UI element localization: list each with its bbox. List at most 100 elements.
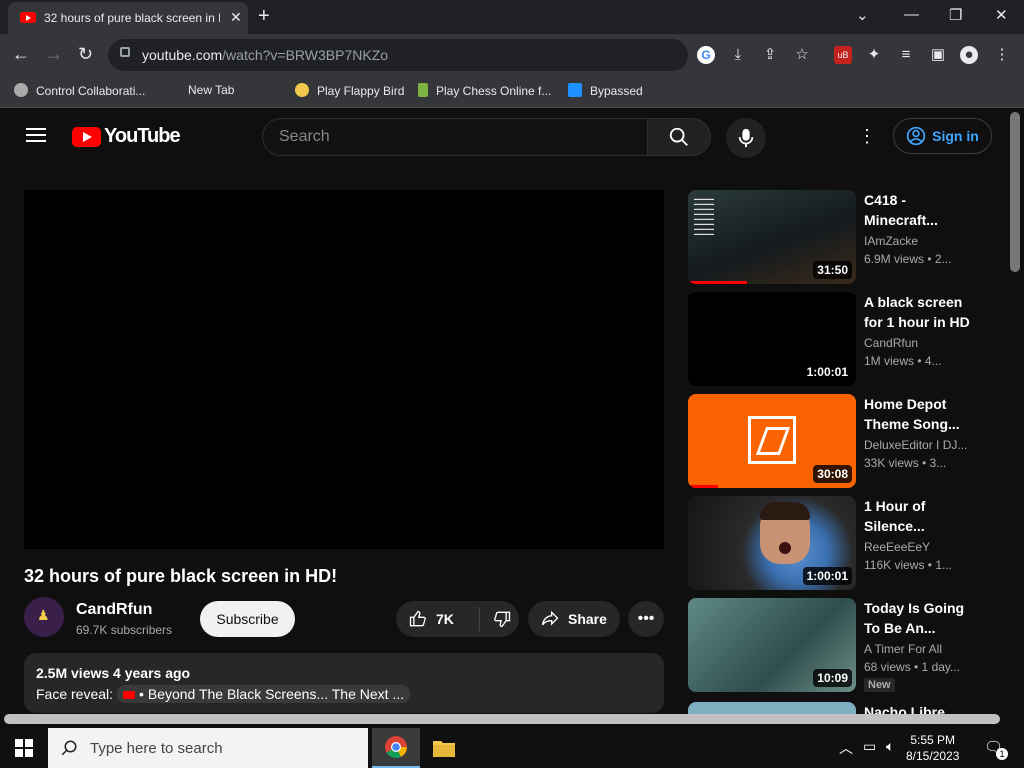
share-button[interactable]: Share <box>528 601 620 637</box>
start-button[interactable] <box>0 728 48 768</box>
bookmark-star-icon[interactable]: ☆ <box>793 46 811 64</box>
channel-name: CandRfun <box>864 336 919 350</box>
video-thumbnail: ▬▬▬▬▬ ▬▬▬▬▬ ▬▬▬▬▬ ▬▬▬▬▬ ▬▬▬▬▬ ▬▬▬▬▬ ▬▬▬▬▬ ▬▬▬▬▬… <box>688 190 856 284</box>
youtube-logo[interactable]: YouTube <box>72 125 181 148</box>
recommendation-item[interactable]: Nacho Libre <box>688 702 988 714</box>
bookmark-item[interactable]: New Tab <box>188 83 234 97</box>
search-icon <box>61 740 77 756</box>
video-title: 32 hours of pure black screen in HD! <box>24 566 338 586</box>
share-arrow-icon <box>541 610 559 626</box>
channel-name: ReeEeeEeY <box>864 540 931 554</box>
youtube-play-icon <box>72 126 101 147</box>
video-player[interactable] <box>24 190 664 549</box>
taskbar-clock[interactable]: 5:55 PM 8/15/2023 <box>906 732 959 764</box>
dislike-button[interactable] <box>480 609 512 629</box>
url-text: youtube.com/watch?v=BRW3BP7NKZo <box>142 47 389 63</box>
youtube-header: YouTube ⋮ Sign in <box>0 108 1024 166</box>
vertical-scrollbar[interactable] <box>1010 112 1020 272</box>
like-button[interactable]: 7K <box>396 607 480 631</box>
media-control-icon[interactable]: ≡ <box>897 46 915 64</box>
search-box <box>262 118 648 156</box>
like-dislike-group: 7K <box>396 601 519 637</box>
network-icon[interactable]: ▭ <box>863 738 876 755</box>
browser-tab-strip: 32 hours of pure black screen in HD! ✕ +… <box>0 0 1024 34</box>
video-duration: 1:00:01 <box>802 567 852 585</box>
search-button[interactable] <box>647 118 711 156</box>
google-lens-icon[interactable]: G <box>697 46 715 64</box>
tab-search-chevron-icon[interactable]: ⌄ <box>856 6 869 24</box>
hamburger-menu-icon[interactable] <box>26 128 46 142</box>
browser-tab-active[interactable]: 32 hours of pure black screen in HD! ✕ <box>8 2 248 34</box>
recommendation-item[interactable]: 1:00:01 A black screen for 1 hour in HD … <box>688 292 988 388</box>
youtube-favicon-icon <box>20 12 36 23</box>
back-arrow-icon[interactable]: ← <box>12 44 30 65</box>
settings-more-icon[interactable]: ⋮ <box>858 126 876 147</box>
watch-progress-bar <box>688 485 719 488</box>
sign-in-button[interactable]: Sign in <box>893 118 992 154</box>
chrome-menu-icon[interactable]: ⋮ <box>993 46 1011 64</box>
bookmark-item[interactable]: Bypassed <box>568 83 643 98</box>
ublock-extension-icon[interactable]: uB <box>834 46 852 64</box>
windows-logo-icon <box>15 739 33 757</box>
bookmark-item[interactable]: Play Flappy Bird <box>295 83 404 98</box>
browser-toolbar: ← → ↻ youtube.com/watch?v=BRW3BP7NKZo G … <box>0 34 1024 102</box>
notification-count-badge: 1 <box>996 748 1008 760</box>
channel-name: A Timer For All <box>864 642 943 656</box>
video-meta: 33K views • 3... <box>864 456 947 470</box>
minimize-icon[interactable]: — <box>904 6 919 23</box>
taskbar-file-explorer[interactable] <box>420 728 468 768</box>
video-title: A black screen for 1 hour in HD <box>864 294 970 330</box>
channel-name[interactable]: CandRfun <box>76 601 152 619</box>
install-app-icon[interactable]: ⤓ <box>729 46 747 64</box>
thumbs-up-icon <box>409 610 426 627</box>
address-bar[interactable]: youtube.com/watch?v=BRW3BP7NKZo <box>108 39 688 71</box>
search-icon <box>669 127 688 146</box>
taskbar-chrome[interactable] <box>372 728 420 768</box>
forward-arrow-icon[interactable]: → <box>45 44 63 65</box>
video-title: Home Depot Theme Song... <box>864 396 960 432</box>
search-input[interactable] <box>263 119 647 155</box>
voice-search-button[interactable] <box>726 118 766 158</box>
person-icon <box>14 83 28 97</box>
reload-icon[interactable]: ↻ <box>78 44 93 65</box>
thumbnail-tracklist: ▬▬▬▬▬ ▬▬▬▬▬ ▬▬▬▬▬ ▬▬▬▬▬ ▬▬▬▬▬ ▬▬▬▬▬ ▬▬▬▬▬ ▬▬▬▬▬ <box>694 196 714 236</box>
channel-name: IAmZacke <box>864 234 919 248</box>
taskbar-search-box[interactable]: Type here to search <box>48 728 368 768</box>
channel-avatar[interactable]: ♟ <box>24 597 64 637</box>
bookmark-item[interactable]: Control Collaborati... <box>14 83 145 98</box>
face-icon <box>760 502 810 564</box>
subscribe-button[interactable]: Subscribe <box>200 601 295 637</box>
window-close-icon[interactable]: ✕ <box>995 6 1008 24</box>
new-tab-button[interactable]: + <box>258 5 270 28</box>
video-meta: 1M views • 4... <box>864 354 942 368</box>
recommendation-item[interactable]: 30:08 Home Depot Theme Song... DeluxeEdi… <box>688 394 988 490</box>
recommendation-item[interactable]: 1:00:01 1 Hour of Silence... ReeEeeEeY 1… <box>688 496 988 592</box>
side-panel-icon[interactable]: ▣ <box>929 46 947 64</box>
more-actions-button[interactable]: ••• <box>628 601 664 637</box>
maximize-icon[interactable]: ❐ <box>949 6 962 24</box>
volume-icon[interactable]: 🔈︎ <box>886 738 894 755</box>
video-title: 1 Hour of Silence... <box>864 498 926 534</box>
extensions-puzzle-icon[interactable]: ✦ <box>865 46 883 64</box>
description-box[interactable]: 2.5M views 4 years ago Face reveal: • Bey… <box>24 653 664 713</box>
tab-close-icon[interactable]: ✕ <box>230 9 242 26</box>
share-page-icon[interactable]: ⇪ <box>761 46 779 64</box>
tray-chevron-up-icon[interactable]: ︿ <box>839 738 853 758</box>
profile-avatar-icon[interactable]: ● <box>960 46 978 64</box>
video-meta: 116K views • 1... <box>864 558 953 572</box>
recommendation-item[interactable]: ▬▬▬▬▬ ▬▬▬▬▬ ▬▬▬▬▬ ▬▬▬▬▬ ▬▬▬▬▬ ▬▬▬▬▬ ▬▬▬▬▬ ▬▬▬▬▬… <box>688 190 988 286</box>
account-circle-icon <box>906 126 926 146</box>
video-duration: 31:50 <box>813 261 852 279</box>
video-thumbnail <box>688 702 856 714</box>
avatar-figure-icon: ♟ <box>37 607 50 623</box>
description-video-link[interactable]: • Beyond The Black Screens... The Next .… <box>117 685 411 703</box>
video-thumbnail: 10:09 <box>688 598 856 692</box>
horizontal-scrollbar[interactable] <box>4 714 1000 724</box>
video-meta: 6.9M views • 2... <box>864 252 952 266</box>
bookmark-item[interactable]: Play Chess Online f... <box>418 83 551 98</box>
microphone-icon <box>738 128 754 148</box>
tab-title: 32 hours of pure black screen in HD! <box>44 11 220 25</box>
recommendation-item[interactable]: 10:09 Today Is Going To Be An... A Timer… <box>688 598 988 694</box>
chess-pawn-icon <box>418 83 428 97</box>
video-meta: 68 views • 1 day... <box>864 660 961 674</box>
